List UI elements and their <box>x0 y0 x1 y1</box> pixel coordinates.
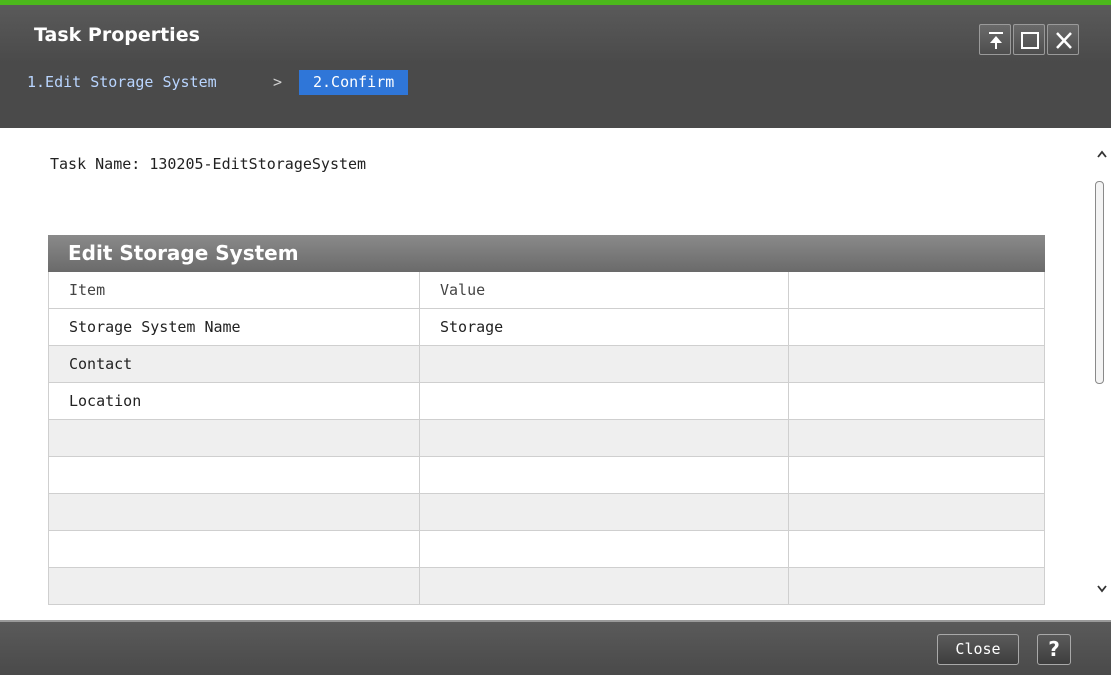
table-row <box>48 494 1045 531</box>
task-properties-window: Task Properties 1.Edit Storage System > … <box>0 0 1111 675</box>
table-cell <box>48 494 419 531</box>
table-cell <box>419 457 788 494</box>
table-cell <box>788 494 1045 531</box>
table-cell <box>419 531 788 568</box>
table-cell <box>788 568 1045 605</box>
table-cell <box>788 457 1045 494</box>
scroll-thumb[interactable] <box>1095 181 1104 384</box>
edit-storage-system-table: Edit Storage System Item Value Storage S… <box>48 235 1045 607</box>
table-cell <box>419 568 788 605</box>
help-icon: ? <box>1048 637 1060 661</box>
wizard-steps: 1.Edit Storage System > 2.Confirm <box>0 63 1111 128</box>
table-title: Edit Storage System <box>68 241 299 265</box>
table-header-row: Item Value <box>48 272 1045 309</box>
table-row <box>48 568 1045 605</box>
column-header-blank[interactable] <box>788 272 1045 309</box>
column-header-item[interactable]: Item <box>48 272 419 309</box>
close-icon <box>1056 32 1072 49</box>
close-window-button[interactable] <box>1047 24 1079 55</box>
footer-bar: Close ? <box>0 620 1111 675</box>
table-row <box>48 420 1045 457</box>
table-cell <box>419 494 788 531</box>
table-cell <box>788 309 1045 346</box>
pin-top-icon <box>989 32 1003 49</box>
table-cell <box>419 383 788 420</box>
wizard-step-separator: > <box>273 73 283 91</box>
table-cell <box>48 531 419 568</box>
table-row <box>48 457 1045 494</box>
table-row <box>48 531 1045 568</box>
table-cell: Contact <box>48 346 419 383</box>
table-cell <box>419 346 788 383</box>
table-cell: Storage <box>419 309 788 346</box>
window-title: Task Properties <box>34 24 200 46</box>
table-title-bar: Edit Storage System <box>48 235 1045 272</box>
task-name-label: Task Name: 130205-EditStorageSystem <box>50 155 367 173</box>
table-grid: Item Value Storage System Name Storage C… <box>48 272 1045 605</box>
table-row: Contact <box>48 346 1045 383</box>
maximize-icon <box>1021 32 1039 49</box>
help-button[interactable]: ? <box>1037 634 1071 665</box>
wizard-step-confirm: 2.Confirm <box>299 70 409 95</box>
table-cell <box>788 346 1045 383</box>
table-row: Storage System Name Storage <box>48 309 1045 346</box>
content-panel: Task Name: 130205-EditStorageSystem Edit… <box>17 128 1111 607</box>
table-cell: Location <box>48 383 419 420</box>
table-cell <box>48 568 419 605</box>
table-cell <box>788 531 1045 568</box>
close-button[interactable]: Close <box>937 634 1019 665</box>
table-cell <box>419 420 788 457</box>
column-header-value[interactable]: Value <box>419 272 788 309</box>
vertical-scrollbar[interactable] <box>1091 148 1111 607</box>
table-cell <box>788 383 1045 420</box>
table-cell <box>788 420 1045 457</box>
maximize-button[interactable] <box>1013 24 1045 55</box>
pin-top-button[interactable] <box>979 24 1011 55</box>
table-cell: Storage System Name <box>48 309 419 346</box>
table-row: Location <box>48 383 1045 420</box>
title-bar: Task Properties <box>0 5 1111 63</box>
scroll-up-icon[interactable] <box>1097 150 1107 158</box>
table-cell <box>48 420 419 457</box>
wizard-step-edit-storage-system: 1.Edit Storage System <box>27 73 217 91</box>
table-cell <box>48 457 419 494</box>
scroll-down-icon[interactable] <box>1097 585 1107 593</box>
